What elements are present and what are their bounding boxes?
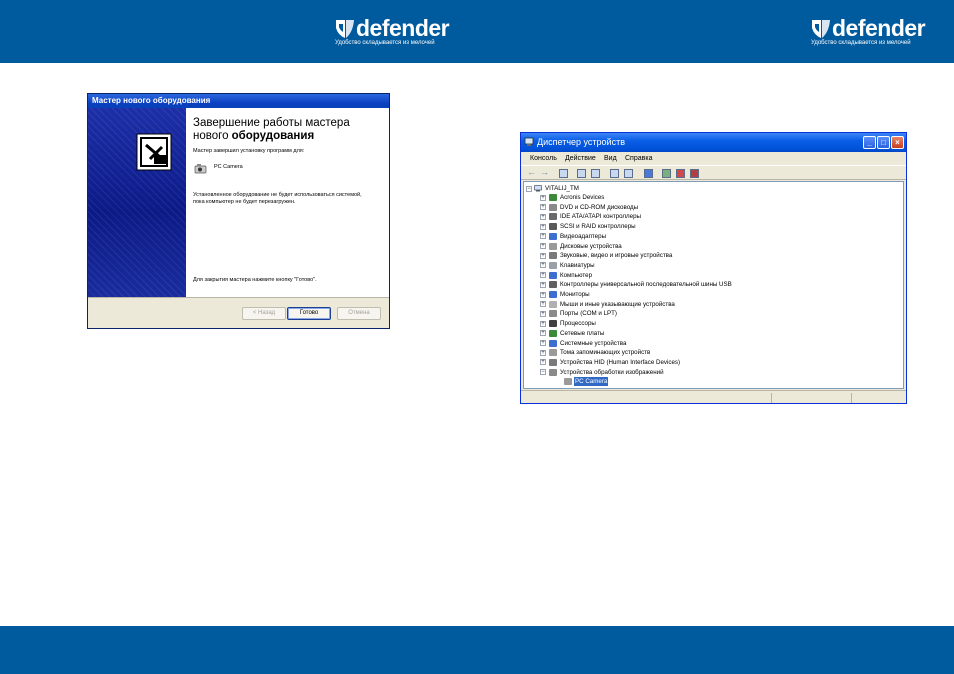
wizard-close-hint: Для закрытия мастера нажмите кнопку "Гот…: [193, 277, 317, 283]
brand-name: defender: [832, 15, 926, 41]
expand-icon[interactable]: +: [540, 320, 546, 327]
device-tree: − VITALIJ_TM + Acronis Devices + DVD и CD-R…: [523, 181, 904, 389]
computer-icon: [534, 185, 542, 192]
device-manager-title-bar[interactable]: Диспетчер устройств _ □ ×: [521, 133, 906, 152]
device-category-icon: [549, 310, 557, 318]
hardware-wizard-icon: [136, 133, 172, 171]
toolbar: ← →: [521, 165, 906, 180]
defender-shield-icon: [812, 20, 830, 38]
expand-icon[interactable]: +: [540, 310, 546, 317]
show-hide-tree-icon[interactable]: [624, 169, 633, 178]
device-category-icon: [549, 320, 557, 328]
scan-hardware-icon[interactable]: [644, 169, 653, 178]
device-category-icon: [549, 281, 557, 289]
close-button[interactable]: ×: [891, 136, 904, 149]
expand-icon[interactable]: +: [540, 213, 546, 220]
device-category-icon: [549, 203, 557, 211]
expand-icon[interactable]: +: [540, 272, 546, 279]
expand-icon[interactable]: +: [540, 330, 546, 337]
expand-icon[interactable]: +: [540, 204, 546, 211]
expand-icon[interactable]: +: [540, 194, 546, 201]
device-manager-icon: [524, 137, 534, 146]
wizard-heading: Завершение работы мастера нового оборудо…: [193, 117, 350, 142]
wizard-content: Завершение работы мастера нового оборудо…: [186, 108, 389, 297]
expand-icon[interactable]: +: [540, 301, 546, 308]
wizard-button-bar: < Назад Готово Отмена: [88, 297, 389, 328]
forward-arrow-icon[interactable]: →: [540, 167, 549, 177]
device-manager-title: Диспетчер устройств: [537, 137, 625, 147]
device-category-icon: [549, 339, 557, 347]
collapse-icon[interactable]: −: [526, 185, 532, 192]
menu-console[interactable]: Консоль: [530, 152, 557, 165]
wizard-title-bar[interactable]: Мастер нового оборудования: [88, 94, 389, 108]
wizard-device-name: PC Camera: [214, 164, 243, 170]
back-button[interactable]: < Назад: [242, 307, 286, 320]
back-arrow-icon[interactable]: ←: [527, 167, 536, 177]
properties-icon[interactable]: [577, 169, 586, 178]
device-category-icon: [549, 368, 557, 376]
defender-shield-icon: [336, 20, 354, 38]
minimize-button[interactable]: _: [863, 136, 876, 149]
camera-device-icon: [564, 378, 572, 386]
menu-bar: Консоль Действие Вид Справка: [521, 152, 906, 165]
disable-device-icon[interactable]: [676, 169, 685, 178]
menu-help[interactable]: Справка: [625, 152, 652, 165]
wizard-restart-note: Установленное оборудование не будет испо…: [193, 192, 362, 205]
brand-name: defender: [356, 15, 450, 41]
expand-icon[interactable]: +: [540, 243, 546, 249]
device-category-icon: [549, 252, 557, 260]
update-driver-icon[interactable]: [662, 169, 671, 178]
menu-view[interactable]: Вид: [604, 152, 617, 165]
device-category-icon: [549, 358, 557, 366]
finish-button[interactable]: Готово: [287, 307, 331, 320]
device-category-icon: [549, 300, 557, 308]
brand-tagline: Удобство складывается из мелочей: [335, 40, 435, 46]
expand-icon[interactable]: +: [540, 223, 546, 230]
expand-icon[interactable]: +: [540, 349, 546, 356]
expand-icon[interactable]: +: [540, 291, 546, 298]
brand-tagline: Удобство складывается из мелочей: [811, 40, 911, 46]
expand-icon[interactable]: +: [540, 359, 546, 366]
device-category-icon: [549, 194, 557, 201]
maximize-button[interactable]: □: [877, 136, 890, 149]
device-category-icon: [549, 291, 557, 298]
expand-icon[interactable]: +: [540, 262, 546, 269]
device-category-icon: [549, 223, 557, 231]
menu-action[interactable]: Действие: [565, 152, 596, 165]
new-hardware-wizard-window: Мастер нового оборудования Завершение ра…: [87, 93, 390, 329]
wizard-side-panel: [88, 108, 186, 297]
expand-icon[interactable]: +: [540, 233, 546, 240]
device-category-icon: [549, 271, 557, 279]
device-category-icon: [549, 261, 557, 269]
top-banner: defender Удобство складывается из мелоче…: [0, 0, 954, 63]
help-icon[interactable]: [610, 169, 619, 178]
expand-icon[interactable]: +: [540, 281, 546, 288]
expand-icon[interactable]: +: [540, 252, 546, 259]
device-category-icon: [549, 213, 557, 221]
device-category-icon: [549, 329, 557, 337]
cancel-button[interactable]: Отмена: [337, 307, 381, 320]
device-manager-window: Диспетчер устройств _ □ × Консоль Действ…: [520, 132, 907, 404]
uninstall-device-icon[interactable]: [690, 169, 699, 178]
device-category-icon: [549, 242, 557, 250]
collapse-icon[interactable]: −: [540, 369, 546, 376]
expand-icon[interactable]: +: [540, 340, 546, 346]
bottom-banner: [0, 626, 954, 674]
device-category-icon: [549, 232, 557, 240]
up-level-icon[interactable]: [559, 169, 568, 178]
camera-device-icon: [194, 164, 207, 174]
print-icon[interactable]: [591, 169, 600, 178]
wizard-installed-text: Мастер завершил установку программ для:: [193, 148, 305, 154]
device-category-icon: [549, 349, 557, 357]
status-bar: [521, 390, 906, 404]
